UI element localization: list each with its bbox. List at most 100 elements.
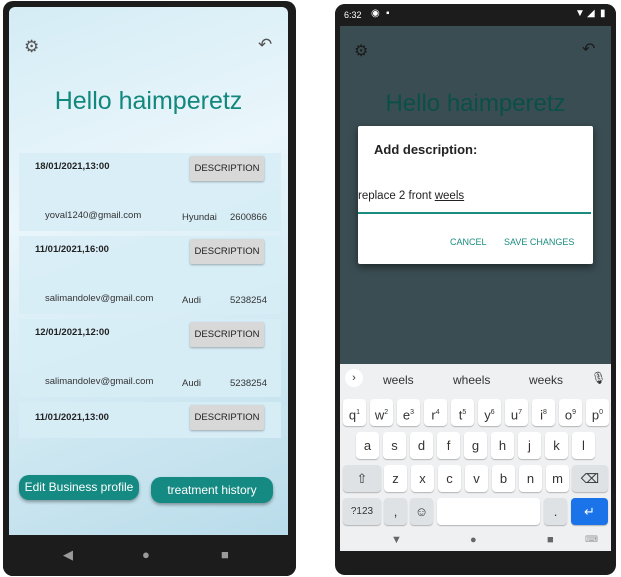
key[interactable]: n (519, 465, 542, 492)
key[interactable]: m (546, 465, 569, 492)
key-label: w (374, 407, 385, 423)
suggestion-item[interactable]: weels (383, 373, 414, 387)
suggestion-strip: › weels wheels weeks 🎙 (340, 364, 611, 394)
nav-home-icon[interactable]: ● (470, 534, 477, 546)
add-description-dialog: Add description: replace 2 front weels C… (358, 126, 593, 264)
keyboard-nav-bar: ▼ ● ■ ⌨ (340, 532, 611, 551)
car-model: Audi (182, 378, 202, 389)
edit-business-profile-button[interactable]: Edit Business profile (19, 475, 139, 500)
key[interactable]: v (465, 465, 488, 492)
nav-back-icon[interactable]: ▼ (391, 534, 402, 546)
appointment-card: 11/01/2021,13:00 DESCRIPTION (19, 402, 281, 438)
nav-home-icon[interactable]: ● (142, 547, 150, 562)
back-arrow-icon[interactable]: ↶ (258, 35, 272, 55)
appointment-datetime: 11/01/2021,16:00 (35, 244, 109, 255)
key[interactable]: t5 (451, 399, 474, 426)
appointment-datetime: 12/01/2021,12:00 (35, 327, 110, 338)
key[interactable]: p0 (586, 399, 609, 426)
key[interactable]: i8 (532, 399, 555, 426)
key-hint: 9 (572, 409, 577, 416)
space-bar[interactable] (437, 498, 540, 525)
page-title: Hello haimperetz (385, 90, 566, 117)
shift-icon[interactable]: ⇧ (343, 465, 381, 492)
car-number: 5238254 (230, 378, 267, 389)
key[interactable]: a (356, 432, 379, 459)
key[interactable]: f (437, 432, 460, 459)
key[interactable]: u7 (505, 399, 528, 426)
key[interactable]: j (518, 432, 541, 459)
key[interactable]: g (464, 432, 487, 459)
car-model: Hyundai (182, 212, 217, 223)
appointment-card: 12/01/2021,12:00 DESCRIPTION salimandole… (19, 319, 281, 397)
soft-keyboard: › weels wheels weeks 🎙 q1 w2 e3 r4 t5 y6… (340, 364, 611, 551)
nav-recents-icon[interactable]: ■ (221, 547, 229, 562)
backspace-icon[interactable]: ⌫ (572, 465, 608, 492)
key[interactable]: l (572, 432, 595, 459)
signal-icon: ◢ (587, 8, 595, 19)
key[interactable]: c (438, 465, 461, 492)
key[interactable]: e3 (397, 399, 420, 426)
save-changes-button[interactable]: SAVE CHANGES (504, 237, 574, 247)
key[interactable]: q1 (343, 399, 366, 426)
key[interactable]: k (545, 432, 568, 459)
description-button[interactable]: DESCRIPTION (190, 239, 264, 264)
dialog-title: Add description: (374, 142, 478, 157)
misspelled-word: weels (434, 190, 465, 202)
mic-icon[interactable]: 🎙 (591, 371, 606, 385)
key-hint: 4 (435, 409, 440, 416)
car-number: 5238254 (230, 295, 267, 306)
suggestion-item[interactable]: weeks (529, 373, 563, 387)
appointment-datetime: 18/01/2021,13:00 (35, 161, 110, 172)
treatment-history-button[interactable]: treatment history (151, 477, 273, 503)
key-hint: 8 (542, 409, 547, 416)
description-input-text: replace 2 front (358, 190, 435, 202)
appointment-card: 11/01/2021,16:00 DESCRIPTION salimandole… (19, 236, 281, 314)
description-button[interactable]: DESCRIPTION (190, 322, 264, 347)
key[interactable]: s (383, 432, 406, 459)
notification-icon: ◉ (371, 8, 380, 19)
chevron-right-icon[interactable]: › (345, 369, 363, 387)
wifi-icon: ▼ (575, 8, 585, 19)
description-button[interactable]: DESCRIPTION (190, 156, 264, 181)
nav-back-icon[interactable]: ◀ (63, 547, 73, 563)
key[interactable]: d (410, 432, 433, 459)
customer-email: yoval1240@gmail.com (45, 210, 142, 221)
customer-email: salimandolev@gmail.com (45, 376, 154, 387)
key[interactable]: y6 (478, 399, 501, 426)
keyboard-icon[interactable]: ⌨ (585, 534, 598, 545)
page-title: Hello haimperetz (54, 87, 243, 115)
key-hint: 1 (356, 409, 361, 416)
nav-recents-icon[interactable]: ■ (547, 534, 554, 546)
cancel-button[interactable]: CANCEL (450, 237, 487, 247)
key-hint: 0 (599, 409, 604, 416)
key[interactable]: z (384, 465, 407, 492)
status-bar: 6:32 ◉ ▪ ▼ ◢ ▮ (335, 4, 616, 26)
key[interactable]: b (492, 465, 515, 492)
left-phone: ⚙ ↶ Hello haimperetz 18/01/2021,13:00 DE… (3, 1, 296, 576)
business-home-screen: ⚙ ↶ Hello haimperetz 18/01/2021,13:00 DE… (9, 7, 288, 535)
enter-icon[interactable]: ↵ (571, 498, 608, 525)
key[interactable]: h (491, 432, 514, 459)
key-hint: 2 (384, 409, 389, 416)
customer-email: salimandolev@gmail.com (45, 293, 154, 304)
key-hint: 3 (410, 409, 415, 416)
right-phone: 6:32 ◉ ▪ ▼ ◢ ▮ ⚙ ↶ Hello haimperetz Add … (335, 4, 616, 575)
navigation-bar: ◀ ● ■ (3, 536, 296, 576)
key[interactable]: o9 (559, 399, 582, 426)
symbols-key[interactable]: ?123 (343, 498, 381, 525)
key[interactable]: w2 (370, 399, 393, 426)
gear-icon[interactable]: ⚙ (24, 37, 39, 57)
key[interactable]: r4 (424, 399, 447, 426)
period-key[interactable]: . (544, 498, 567, 525)
emoji-icon[interactable]: ☺ (410, 498, 433, 525)
business-home-screen-dimmed: ⚙ ↶ Hello haimperetz Add description: re… (340, 26, 611, 551)
description-input[interactable]: replace 2 front weels (358, 190, 591, 214)
status-time: 6:32 (344, 10, 362, 20)
car-model: Audi (182, 295, 202, 306)
key[interactable]: x (411, 465, 434, 492)
description-button[interactable]: DESCRIPTION (190, 405, 264, 430)
appointment-card: 18/01/2021,13:00 DESCRIPTION yoval1240@g… (19, 153, 281, 231)
comma-key[interactable]: , (384, 498, 407, 525)
suggestion-item[interactable]: wheels (453, 373, 490, 387)
car-number: 2600866 (230, 212, 267, 223)
